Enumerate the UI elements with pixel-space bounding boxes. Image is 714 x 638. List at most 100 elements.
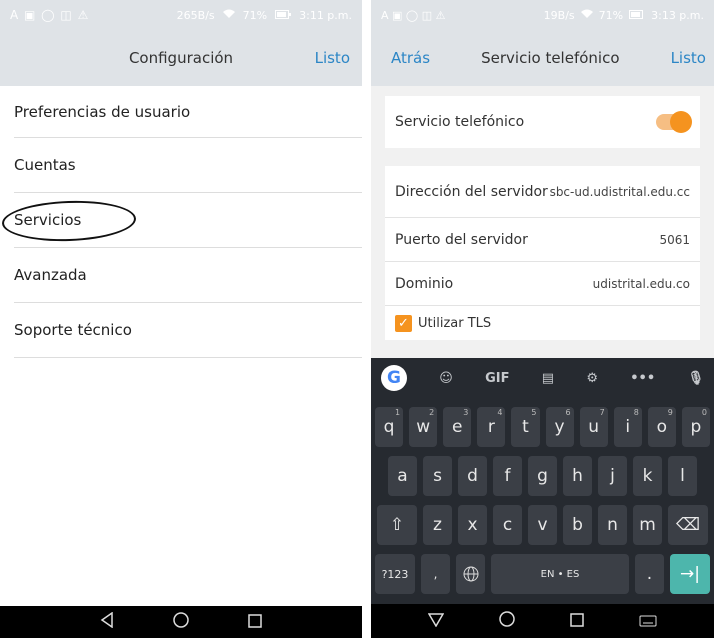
notification-icons: A ▣ ◯ ◫ ⚠ — [10, 8, 90, 22]
done-button[interactable]: Listo — [671, 49, 706, 67]
microphone-icon[interactable]: 🎙 — [687, 371, 704, 386]
status-bar: A ▣ ◯ ◫ ⚠ 265B/s 71% 3:11 p.m. — [0, 0, 362, 30]
key-o[interactable]: o9 — [647, 407, 676, 447]
home-nav-icon[interactable] — [173, 612, 189, 632]
menu-item-support[interactable]: Soporte técnico — [14, 303, 362, 358]
battery-level: 71% — [242, 8, 268, 22]
server-address-row[interactable]: Dirección del servidor sbc-ud.udistrital… — [385, 166, 700, 218]
wifi-icon — [580, 9, 593, 22]
key-a[interactable]: a — [388, 456, 417, 496]
settings-icon[interactable]: ⚙ — [586, 371, 598, 386]
clipboard-icon[interactable]: ▤ — [542, 371, 554, 386]
key-s[interactable]: s — [423, 456, 452, 496]
menu-item-advanced[interactable]: Avanzada — [14, 248, 362, 303]
domain-field[interactable]: udistrital.edu.co — [593, 277, 690, 291]
recents-nav-icon[interactable] — [248, 613, 263, 632]
key-m[interactable]: m — [633, 505, 662, 545]
network-speed: 19B/s — [543, 8, 575, 22]
key-g[interactable]: g — [528, 456, 557, 496]
key-n[interactable]: n — [598, 505, 627, 545]
key-r[interactable]: r4 — [477, 407, 506, 447]
key-b[interactable]: b — [563, 505, 592, 545]
tls-checkbox[interactable]: ✓ — [395, 314, 412, 332]
shift-key[interactable]: ⇧ — [377, 505, 417, 545]
server-port-row[interactable]: Puerto del servidor 5061 — [385, 218, 700, 262]
battery-icon — [275, 9, 292, 22]
key-l[interactable]: l — [668, 456, 697, 496]
home-nav-icon[interactable] — [499, 611, 515, 631]
key-j[interactable]: j — [598, 456, 627, 496]
battery-level: 71% — [598, 8, 624, 22]
enter-key[interactable]: →| — [670, 554, 710, 594]
server-port-label: Puerto del servidor — [395, 231, 528, 248]
key-h[interactable]: h — [563, 456, 592, 496]
server-address-label: Dirección del servidor — [395, 183, 548, 200]
keyboard-row-4: ?123 , EN • ES . →| — [371, 554, 714, 594]
key-e[interactable]: e3 — [443, 407, 472, 447]
network-speed: 265B/s — [176, 8, 215, 22]
keyboard-hide-icon[interactable] — [639, 612, 657, 631]
key-v[interactable]: v — [528, 505, 557, 545]
clock: 3:11 p.m. — [299, 8, 352, 22]
backspace-key[interactable]: ⌫ — [668, 505, 708, 545]
period-key[interactable]: . — [635, 554, 664, 594]
recents-nav-icon[interactable] — [570, 612, 584, 631]
tls-label: Utilizar TLS — [418, 315, 492, 331]
key-k[interactable]: k — [633, 456, 662, 496]
symbols-key[interactable]: ?123 — [375, 554, 415, 594]
key-y[interactable]: y6 — [545, 407, 574, 447]
keyboard-row-1: q1w2e3r4t5y6u7i8o9p0 — [371, 407, 714, 447]
battery-icon — [629, 9, 645, 22]
key-i[interactable]: i8 — [613, 407, 642, 447]
menu-item-user-preferences[interactable]: Preferencias de usuario — [14, 86, 362, 138]
key-w[interactable]: w2 — [409, 407, 438, 447]
more-icon[interactable]: ••• — [630, 371, 655, 386]
key-d[interactable]: d — [458, 456, 487, 496]
left-phone-screen: A ▣ ◯ ◫ ⚠ 265B/s 71% 3:11 p.m. Configura… — [0, 0, 362, 638]
phone-service-toggle[interactable] — [656, 111, 692, 133]
domain-row[interactable]: Dominio udistrital.edu.co — [385, 262, 700, 306]
menu-item-label: Soporte técnico — [14, 321, 132, 339]
right-phone-screen: A ▣ ◯ ◫ ⚠ 19B/s 71% 3:13 p.m. Atrás Serv… — [371, 0, 714, 638]
keyboard-row-2: asdfghjkl — [371, 456, 714, 496]
key-q[interactable]: q1 — [375, 407, 404, 447]
server-settings-card: Dirección del servidor sbc-ud.udistrital… — [385, 166, 700, 340]
page-title: Configuración — [128, 49, 234, 67]
server-port-field[interactable]: 5061 — [659, 233, 690, 247]
keyboard-row-3: ⇧ z x c v b n m ⌫ — [371, 505, 714, 545]
tls-row[interactable]: ✓ Utilizar TLS — [385, 306, 700, 340]
nav-bar: Configuración Listo — [0, 30, 362, 86]
on-screen-keyboard: G ☺ GIF ▤ ⚙ ••• 🎙 q1w2e3r4t5y6u7i8o9p0 a… — [371, 358, 714, 604]
back-nav-icon[interactable] — [428, 612, 445, 631]
phone-service-row: Servicio telefónico — [385, 96, 700, 148]
menu-item-label: Cuentas — [14, 156, 76, 174]
phone-service-card: Servicio telefónico — [385, 96, 700, 148]
key-u[interactable]: u7 — [579, 407, 608, 447]
key-z[interactable]: z — [423, 505, 452, 545]
key-t[interactable]: t5 — [511, 407, 540, 447]
done-button[interactable]: Listo — [315, 49, 350, 67]
notification-icons: A ▣ ◯ ◫ ⚠ — [381, 8, 446, 22]
settings-menu: Preferencias de usuario Cuentas Servicio… — [1, 86, 362, 358]
key-f[interactable]: f — [493, 456, 522, 496]
emoji-comma-key[interactable]: , — [421, 554, 450, 594]
google-icon[interactable]: G — [381, 365, 407, 391]
menu-item-accounts[interactable]: Cuentas — [14, 138, 362, 193]
space-key[interactable]: EN • ES — [491, 554, 629, 594]
menu-item-label: Avanzada — [14, 266, 87, 284]
highlight-circle — [1, 198, 137, 244]
nav-bar: Atrás Servicio telefónico Listo — [371, 30, 714, 86]
key-x[interactable]: x — [458, 505, 487, 545]
back-button[interactable]: Atrás — [391, 49, 430, 67]
emoji-icon[interactable]: ☺ — [439, 371, 453, 386]
key-p[interactable]: p0 — [681, 407, 710, 447]
server-address-field[interactable]: sbc-ud.udistrital.edu.cc — [550, 185, 690, 199]
globe-key[interactable] — [456, 554, 485, 594]
phone-service-label: Servicio telefónico — [395, 114, 525, 130]
menu-item-services[interactable]: Servicios — [1, 193, 362, 248]
status-bar: A ▣ ◯ ◫ ⚠ 19B/s 71% 3:13 p.m. — [371, 0, 714, 30]
key-c[interactable]: c — [493, 505, 522, 545]
system-nav-bar — [371, 604, 714, 638]
back-nav-icon[interactable] — [100, 611, 114, 632]
gif-icon[interactable]: GIF — [485, 371, 509, 386]
